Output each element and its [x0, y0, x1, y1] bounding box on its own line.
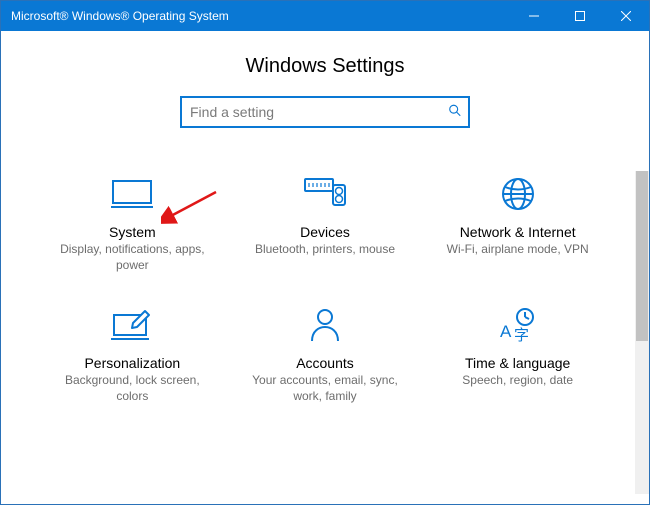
- window-title: Microsoft® Windows® Operating System: [1, 9, 511, 23]
- titlebar: Microsoft® Windows® Operating System: [1, 1, 649, 31]
- tile-title: System: [109, 224, 156, 240]
- display-icon: [111, 174, 153, 214]
- tile-title: Personalization: [84, 355, 180, 371]
- tile-subtitle: Display, notifications, apps, power: [47, 242, 217, 273]
- personalization-icon: [111, 305, 153, 345]
- scrollbar-thumb[interactable]: [636, 171, 648, 341]
- tile-devices[interactable]: Devices Bluetooth, printers, mouse: [234, 174, 417, 273]
- tile-time-language[interactable]: A 字 Time & language Speech, region, date: [426, 305, 609, 404]
- tile-personalization[interactable]: Personalization Background, lock screen,…: [41, 305, 224, 404]
- svg-text:A: A: [500, 322, 512, 341]
- tile-subtitle: Speech, region, date: [462, 373, 573, 389]
- tile-system[interactable]: System Display, notifications, apps, pow…: [41, 174, 224, 273]
- minimize-button[interactable]: [511, 1, 557, 31]
- tile-title: Time & language: [465, 355, 570, 371]
- window-controls: [511, 1, 649, 31]
- tile-title: Devices: [300, 224, 350, 240]
- page-title: Windows Settings: [31, 55, 619, 78]
- devices-icon: [303, 174, 347, 214]
- settings-grid: System Display, notifications, apps, pow…: [31, 174, 619, 404]
- close-button[interactable]: [603, 1, 649, 31]
- svg-text:字: 字: [514, 327, 529, 343]
- tile-subtitle: Background, lock screen, colors: [47, 373, 217, 404]
- time-language-icon: A 字: [496, 305, 540, 345]
- scroll-area: Windows Settings System Display, notific…: [1, 31, 649, 504]
- globe-icon: [500, 174, 536, 214]
- tile-title: Accounts: [296, 355, 354, 371]
- search-icon: [448, 104, 462, 121]
- maximize-button[interactable]: [557, 1, 603, 31]
- tile-subtitle: Your accounts, email, sync, work, family: [240, 373, 410, 404]
- search-wrap: [180, 96, 470, 128]
- search-input[interactable]: [180, 96, 470, 128]
- tile-subtitle: Wi-Fi, airplane mode, VPN: [447, 242, 589, 258]
- tile-title: Network & Internet: [460, 224, 576, 240]
- tile-subtitle: Bluetooth, printers, mouse: [255, 242, 395, 258]
- tile-network[interactable]: Network & Internet Wi-Fi, airplane mode,…: [426, 174, 609, 273]
- content-area: Windows Settings System Display, notific…: [1, 31, 649, 504]
- tile-accounts[interactable]: Accounts Your accounts, email, sync, wor…: [234, 305, 417, 404]
- vertical-scrollbar[interactable]: [635, 171, 649, 494]
- person-icon: [309, 305, 341, 345]
